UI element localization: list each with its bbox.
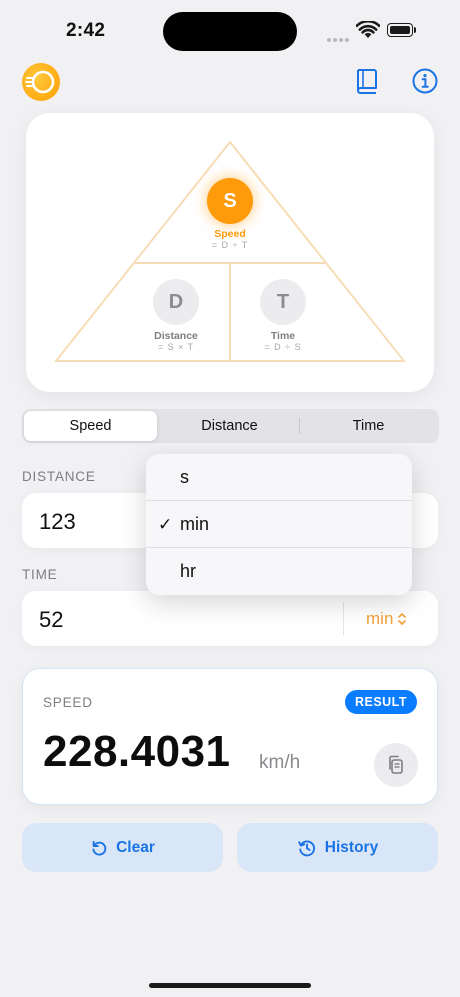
copy-button[interactable] — [374, 743, 418, 787]
history-button[interactable]: History — [237, 823, 438, 872]
unit-divider — [343, 602, 344, 635]
unit-dropdown-menu: s ✓ min hr — [146, 454, 412, 595]
unit-option-label: min — [180, 514, 210, 534]
formula-triangle-card: S Speed = D ÷ T D Distance = S × T T Tim… — [26, 113, 434, 392]
distance-label: DISTANCE — [22, 469, 96, 484]
time-unit-value: min — [366, 609, 394, 628]
checkmark-icon: ✓ — [158, 514, 173, 534]
status-time: 2:42 — [66, 20, 106, 41]
result-value: 228.4031 — [43, 727, 231, 776]
result-unit: km/h — [259, 752, 301, 773]
mode-segmented-control: Speed Distance Time — [22, 409, 439, 443]
unit-option-min[interactable]: ✓ min — [146, 501, 412, 548]
triangle-time-node[interactable]: T — [260, 279, 306, 325]
clear-button[interactable]: Clear — [22, 823, 223, 872]
triangle-time-label: Time — [270, 330, 296, 342]
battery-cap — [414, 27, 416, 33]
result-label: SPEED — [43, 695, 93, 710]
time-label: TIME — [22, 567, 58, 582]
clear-button-label: Clear — [116, 838, 155, 856]
triangle-speed-formula: = D ÷ T — [211, 240, 249, 250]
battery-icon — [387, 23, 413, 37]
wifi-icon — [355, 19, 381, 44]
segment-speed[interactable]: Speed — [24, 411, 157, 441]
result-badge: RESULT — [345, 690, 417, 714]
triangle-distance-label: Distance — [154, 330, 198, 342]
triangle-time-formula: = D ÷ S — [264, 342, 302, 352]
unit-option-label: hr — [180, 561, 197, 581]
unit-option-hr[interactable]: hr — [146, 548, 412, 595]
time-unit-select[interactable]: min — [366, 609, 407, 629]
time-value[interactable]: 52 — [39, 607, 63, 633]
dynamic-island — [163, 12, 297, 51]
info-icon[interactable] — [410, 66, 440, 101]
unit-option-label: s — [180, 467, 189, 487]
unit-option-s[interactable]: s — [146, 454, 412, 501]
segment-distance[interactable]: Distance — [160, 411, 299, 441]
reset-icon — [92, 840, 107, 856]
cellular-signal-icon — [327, 29, 351, 47]
history-button-label: History — [324, 838, 379, 856]
triangle-distance-formula: = S × T — [157, 342, 195, 352]
segment-time[interactable]: Time — [300, 411, 437, 441]
book-icon[interactable] — [352, 66, 382, 101]
copy-icon — [389, 755, 403, 774]
triangle-speed-label: Speed — [214, 228, 246, 240]
triangle-speed-node[interactable]: S — [207, 178, 253, 224]
distance-value[interactable]: 123 — [39, 509, 76, 535]
home-indicator — [149, 983, 311, 988]
app-logo-icon — [22, 63, 60, 101]
time-field[interactable]: 52 min — [22, 591, 438, 646]
history-icon — [298, 840, 315, 856]
chevron-up-down-icon — [398, 613, 407, 625]
triangle-distance-node[interactable]: D — [153, 279, 199, 325]
result-card: SPEED RESULT 228.4031 km/h — [22, 668, 438, 805]
